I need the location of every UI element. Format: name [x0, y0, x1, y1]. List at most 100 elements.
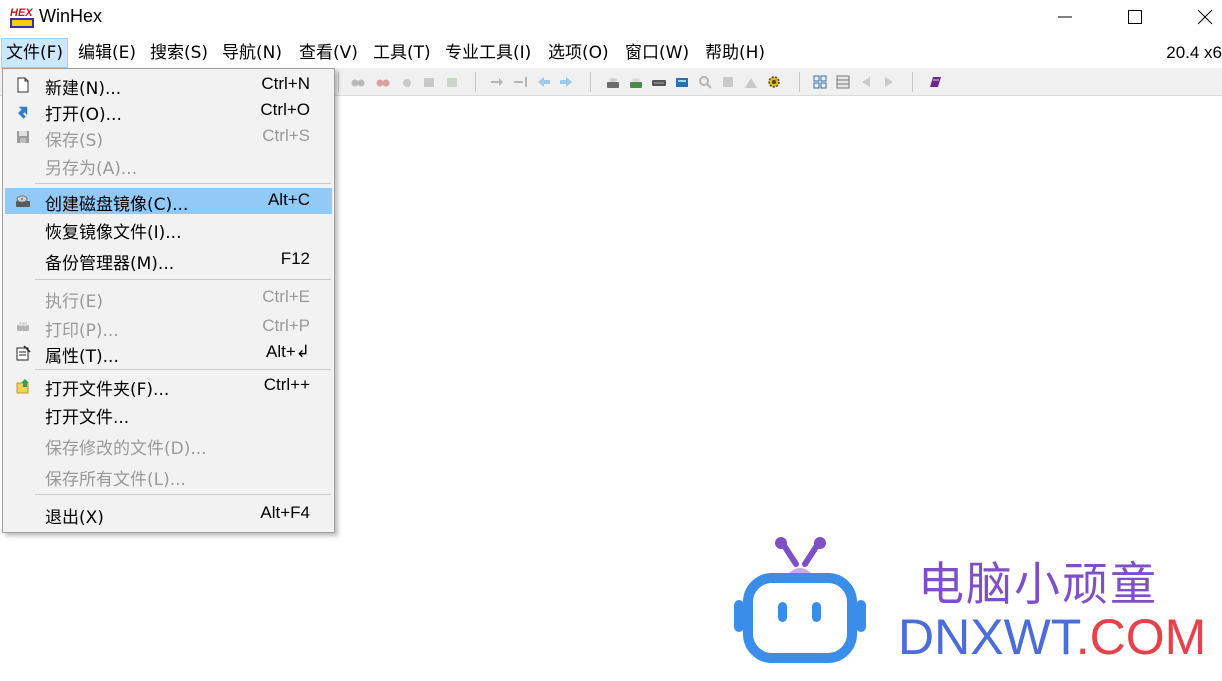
menu-item-shortcut: Ctrl+E	[262, 287, 310, 306]
back-arrow-icon[interactable]	[536, 74, 552, 90]
svg-text:HEX: HEX	[10, 7, 33, 19]
menu-item-shortcut: Alt+↲	[265, 342, 310, 361]
menu-item-shortcut: Ctrl+S	[262, 126, 310, 145]
menu-item-label: 另存为(A)...	[45, 159, 138, 179]
menu-specialist-tools[interactable]: 专业工具(I)	[441, 38, 535, 68]
window-title: WinHex	[39, 6, 103, 26]
minimize-icon	[1058, 16, 1072, 18]
menu-item-label: 新建(N)...	[45, 79, 122, 99]
menu-item-exit[interactable]: 退出(X) Alt+F4	[5, 501, 332, 528]
menu-item-label: 保存所有文件(L)...	[45, 470, 186, 490]
find-again-icon[interactable]	[444, 74, 460, 90]
toolbar-separator	[799, 72, 800, 92]
title-bar: HEX WinHex	[0, 0, 1222, 36]
menu-separator	[35, 279, 331, 280]
menu-item-label: 打开(O)...	[45, 105, 122, 125]
menu-item-print[interactable]: 打印(P)... Ctrl+P	[5, 314, 332, 341]
menu-window[interactable]: 窗口(W)	[621, 38, 693, 68]
menu-item-shortcut: Ctrl+P	[262, 316, 310, 335]
close-icon	[1197, 9, 1213, 25]
properties-icon	[16, 345, 31, 361]
open-disk-icon[interactable]	[605, 74, 621, 90]
open-folder-icon	[16, 379, 29, 394]
clone-disk-icon[interactable]	[651, 74, 667, 90]
menu-bar: 文件(F) 编辑(E) 搜索(S) 导航(N) 查看(V) 工具(T) 专业工具…	[0, 38, 1222, 68]
hex-view-icon[interactable]	[812, 74, 828, 90]
help-book-icon[interactable]	[927, 74, 943, 90]
version-label: 20.4 x6	[1166, 43, 1222, 62]
minimize-button[interactable]	[1030, 0, 1100, 34]
menu-tools[interactable]: 工具(T)	[369, 38, 435, 68]
menu-item-save-as[interactable]: 另存为(A)...	[5, 152, 332, 179]
menu-item-shortcut: Alt+C	[267, 190, 310, 209]
menu-help[interactable]: 帮助(H)	[701, 38, 769, 68]
new-file-icon	[17, 77, 29, 93]
goto-end-icon[interactable]	[512, 74, 528, 90]
watermark-cn-text: 电脑小顽童	[918, 557, 1158, 611]
menu-item-properties[interactable]: 属性(T)... Alt+↲	[5, 340, 332, 367]
watermark-en-part1: DNXWT	[898, 609, 1076, 665]
menu-item-shortcut: Ctrl+N	[261, 74, 310, 93]
prev-icon[interactable]	[858, 74, 874, 90]
menu-file[interactable]: 文件(F)	[1, 38, 69, 68]
menu-item-shortcut: Alt+F4	[260, 503, 310, 522]
menu-item-label: 属性(T)...	[45, 347, 119, 367]
menu-item-label: 打印(P)...	[45, 321, 119, 341]
close-button[interactable]	[1170, 0, 1222, 34]
toolbar-separator	[338, 72, 339, 92]
menu-item-execute[interactable]: 执行(E) Ctrl+E	[5, 285, 332, 312]
calculator-icon[interactable]	[674, 74, 690, 90]
menu-item-save[interactable]: 保存(S) Ctrl+S	[5, 124, 332, 151]
menu-item-label: 保存(S)	[45, 131, 104, 151]
file-menu-dropdown: 新建(N)... Ctrl+N 打开(O)... Ctrl+O 保存(S) Ct…	[2, 68, 335, 533]
menu-item-label: 创建磁盘镜像(C)...	[45, 195, 189, 215]
maximize-button[interactable]	[1100, 0, 1170, 34]
menu-separator	[35, 369, 331, 370]
maximize-icon	[1128, 10, 1142, 24]
watermark-en-part2: .COM	[1075, 609, 1207, 665]
toolbar-separator	[912, 72, 913, 92]
menu-item-label: 保存修改的文件(D)...	[45, 439, 207, 459]
menu-edit[interactable]: 编辑(E)	[74, 38, 140, 68]
menu-item-open-files[interactable]: 打开文件...	[5, 401, 332, 428]
menu-item-save-modified-files[interactable]: 保存修改的文件(D)...	[5, 432, 332, 459]
robot-logo-icon	[734, 537, 866, 663]
menu-item-label: 备份管理器(M)...	[45, 254, 175, 274]
open-ram-icon[interactable]	[628, 74, 644, 90]
template-icon[interactable]	[720, 74, 736, 90]
menu-search[interactable]: 搜索(S)	[146, 38, 212, 68]
menu-view[interactable]: 查看(V)	[295, 38, 362, 68]
find-text-icon[interactable]	[350, 74, 366, 90]
magnifier-icon[interactable]	[697, 74, 713, 90]
replace-text-icon[interactable]	[399, 74, 415, 90]
menu-item-label: 执行(E)	[45, 292, 104, 312]
menu-item-shortcut: F12	[280, 249, 310, 268]
table-view-icon[interactable]	[835, 74, 851, 90]
menu-item-shortcut: Ctrl++	[263, 375, 310, 394]
menu-item-open-folder[interactable]: 打开文件夹(F)... Ctrl++	[5, 373, 332, 400]
toolbar-separator	[475, 72, 476, 92]
forward-arrow-icon[interactable]	[558, 74, 574, 90]
find-hex-icon[interactable]	[375, 74, 391, 90]
open-arrow-icon	[18, 106, 28, 119]
menu-options[interactable]: 选项(O)	[544, 38, 613, 68]
goto-offset-icon[interactable]	[489, 74, 505, 90]
menu-item-create-disk-image[interactable]: 创建磁盘镜像(C)... Alt+C	[5, 188, 332, 215]
positions-icon[interactable]	[743, 74, 759, 90]
menu-navigation[interactable]: 导航(N)	[218, 38, 286, 68]
menu-item-new[interactable]: 新建(N)... Ctrl+N	[5, 72, 332, 99]
replace-hex-icon[interactable]	[421, 74, 437, 90]
menu-item-open[interactable]: 打开(O)... Ctrl+O	[5, 98, 332, 125]
menu-item-shortcut: Ctrl+O	[260, 100, 310, 119]
watermark: 电脑小顽童 DNXWT.COM	[728, 536, 1208, 676]
menu-item-save-all-files[interactable]: 保存所有文件(L)...	[5, 463, 332, 490]
menu-separator	[35, 494, 331, 495]
menu-item-backup-manager[interactable]: 备份管理器(M)... F12	[5, 247, 332, 274]
menu-item-restore-image[interactable]: 恢复镜像文件(I)...	[5, 216, 332, 243]
watermark-en-text: DNXWT.COM	[898, 608, 1206, 666]
next-icon[interactable]	[881, 74, 897, 90]
gear-icon[interactable]	[766, 74, 782, 90]
save-disk-icon	[17, 131, 29, 143]
menu-item-label: 恢复镜像文件(I)...	[45, 223, 182, 243]
toolbar-separator	[590, 72, 591, 92]
